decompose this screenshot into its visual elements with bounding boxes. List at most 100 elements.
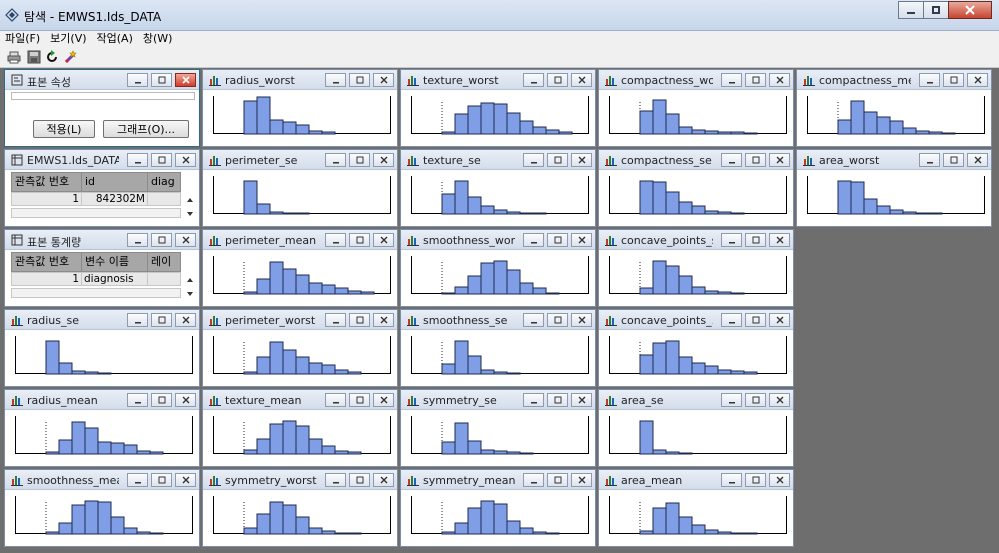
panel-close-button[interactable] xyxy=(373,313,394,327)
panel-restore-button[interactable] xyxy=(745,393,766,407)
panel-restore-button[interactable] xyxy=(349,313,370,327)
graph-button[interactable]: 그래프(O)... xyxy=(103,120,189,138)
panel-restore-button[interactable] xyxy=(151,313,172,327)
panel-restore-button[interactable] xyxy=(745,233,766,247)
histogram-panel[interactable]: smoothness_se xyxy=(400,309,596,387)
panel-minimize-button[interactable] xyxy=(523,153,544,167)
panel-close-button[interactable] xyxy=(967,73,988,87)
histogram-panel[interactable]: concave_points_... xyxy=(598,309,794,387)
panel-close-button[interactable] xyxy=(571,73,592,87)
panel-close-button[interactable] xyxy=(373,393,394,407)
panel-restore-button[interactable] xyxy=(547,313,568,327)
panel-close-button[interactable] xyxy=(373,153,394,167)
panel-restore-button[interactable] xyxy=(151,393,172,407)
menu-view[interactable]: 보기(V) xyxy=(45,31,91,46)
panel-close-button[interactable] xyxy=(175,153,196,167)
panel-restore-button[interactable] xyxy=(151,233,172,247)
panel-minimize-button[interactable] xyxy=(523,473,544,487)
histogram-panel[interactable]: area_mean xyxy=(598,469,794,547)
column-header[interactable]: 레이 xyxy=(147,252,181,272)
vertical-scroll-arrows-icon[interactable] xyxy=(185,194,195,220)
panel-minimize-button[interactable] xyxy=(127,73,148,87)
panel-close-button[interactable] xyxy=(175,473,196,487)
panel-close-button[interactable] xyxy=(769,313,790,327)
histogram-panel[interactable]: compactness_me... xyxy=(796,69,992,147)
panel-restore-button[interactable] xyxy=(547,153,568,167)
column-header[interactable]: 관측값 번호 xyxy=(11,172,81,192)
panel-minimize-button[interactable] xyxy=(325,73,346,87)
panel-minimize-button[interactable] xyxy=(721,393,742,407)
panel-restore-button[interactable] xyxy=(745,313,766,327)
panel-close-button[interactable] xyxy=(769,393,790,407)
panel-minimize-button[interactable] xyxy=(127,393,148,407)
panel-close-button[interactable] xyxy=(175,73,196,87)
table-row[interactable]: 1 diagnosis xyxy=(11,272,181,286)
panel-minimize-button[interactable] xyxy=(919,153,940,167)
panel-restore-button[interactable] xyxy=(943,153,964,167)
refresh-icon[interactable] xyxy=(45,50,59,64)
properties-field[interactable] xyxy=(11,92,195,100)
minimize-button[interactable] xyxy=(898,1,924,19)
panel-close-button[interactable] xyxy=(175,313,196,327)
column-header[interactable]: id xyxy=(81,172,147,192)
vertical-scroll-arrows-icon[interactable] xyxy=(185,274,195,300)
panel-restore-button[interactable] xyxy=(547,233,568,247)
panel-minimize-button[interactable] xyxy=(523,393,544,407)
panel-close-button[interactable] xyxy=(571,393,592,407)
histogram-panel[interactable]: radius_mean xyxy=(4,389,200,467)
panel-close-button[interactable] xyxy=(373,73,394,87)
panel-restore-button[interactable] xyxy=(151,473,172,487)
histogram-panel[interactable]: texture_se xyxy=(400,149,596,227)
panel-minimize-button[interactable] xyxy=(325,233,346,247)
panel-minimize-button[interactable] xyxy=(721,313,742,327)
panel-restore-button[interactable] xyxy=(349,233,370,247)
print-icon[interactable] xyxy=(7,50,21,64)
save-icon[interactable] xyxy=(27,50,41,64)
histogram-panel[interactable]: perimeter_worst xyxy=(202,309,398,387)
table-row[interactable]: 1 842302M xyxy=(11,192,181,206)
panel-close-button[interactable] xyxy=(175,393,196,407)
panel-restore-button[interactable] xyxy=(745,473,766,487)
panel-data-table[interactable]: EMWS1.Ids_DATA 관측값 번호 id diag 1 842302M xyxy=(4,149,200,227)
histogram-panel[interactable]: texture_mean xyxy=(202,389,398,467)
column-header[interactable]: diag xyxy=(147,172,181,192)
column-header[interactable]: 변수 이름 xyxy=(81,252,147,272)
panel-restore-button[interactable] xyxy=(349,393,370,407)
menu-window[interactable]: 창(W) xyxy=(138,31,178,46)
panel-close-button[interactable] xyxy=(769,473,790,487)
panel-minimize-button[interactable] xyxy=(721,153,742,167)
panel-close-button[interactable] xyxy=(175,233,196,247)
panel-close-button[interactable] xyxy=(769,233,790,247)
histogram-panel[interactable]: symmetry_mean xyxy=(400,469,596,547)
panel-close-button[interactable] xyxy=(769,73,790,87)
horizontal-scrollbar[interactable] xyxy=(11,208,181,218)
panel-restore-button[interactable] xyxy=(547,393,568,407)
panel-close-button[interactable] xyxy=(967,153,988,167)
panel-minimize-button[interactable] xyxy=(127,473,148,487)
panel-sample-statistics[interactable]: 표본 통계량 관측값 번호 변수 이름 레이 1 diagnosis xyxy=(4,229,200,307)
panel-minimize-button[interactable] xyxy=(325,153,346,167)
histogram-panel[interactable]: smoothness_mean xyxy=(4,469,200,547)
histogram-panel[interactable]: symmetry_se xyxy=(400,389,596,467)
panel-close-button[interactable] xyxy=(373,233,394,247)
histogram-panel[interactable]: symmetry_worst xyxy=(202,469,398,547)
panel-close-button[interactable] xyxy=(571,313,592,327)
panel-minimize-button[interactable] xyxy=(523,313,544,327)
panel-minimize-button[interactable] xyxy=(523,233,544,247)
panel-minimize-button[interactable] xyxy=(127,153,148,167)
panel-restore-button[interactable] xyxy=(349,473,370,487)
histogram-panel[interactable]: area_worst xyxy=(796,149,992,227)
panel-minimize-button[interactable] xyxy=(919,73,940,87)
histogram-panel[interactable]: radius_worst xyxy=(202,69,398,147)
menu-action[interactable]: 작업(A) xyxy=(92,31,138,46)
panel-minimize-button[interactable] xyxy=(721,73,742,87)
panel-minimize-button[interactable] xyxy=(721,473,742,487)
panel-restore-button[interactable] xyxy=(745,153,766,167)
histogram-panel[interactable]: perimeter_mean xyxy=(202,229,398,307)
panel-restore-button[interactable] xyxy=(349,153,370,167)
restore-button[interactable] xyxy=(923,1,949,19)
panel-close-button[interactable] xyxy=(571,233,592,247)
panel-restore-button[interactable] xyxy=(745,73,766,87)
close-button[interactable] xyxy=(948,1,992,19)
histogram-panel[interactable]: compactness_wo... xyxy=(598,69,794,147)
